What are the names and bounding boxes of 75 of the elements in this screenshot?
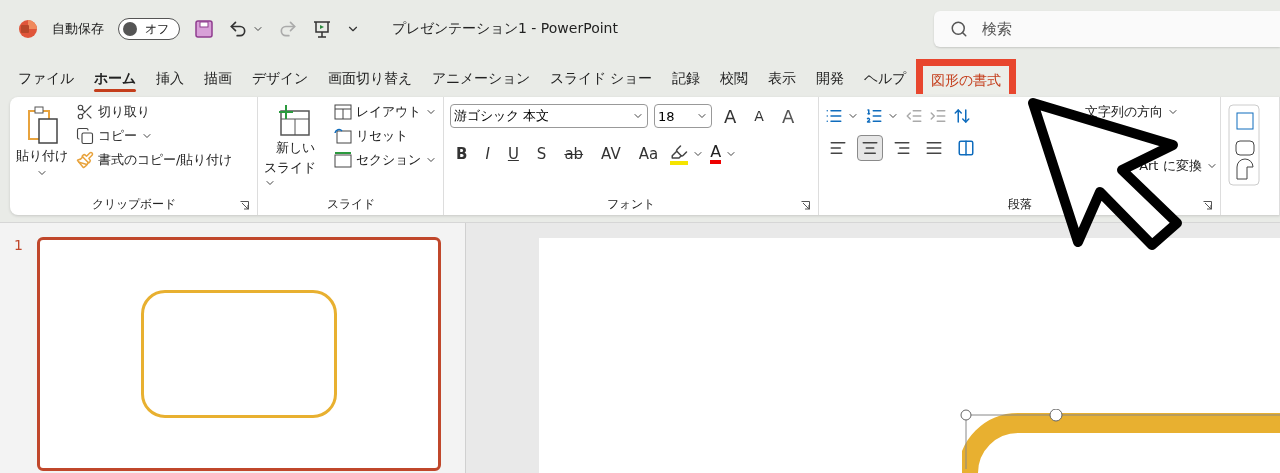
align-icon (829, 139, 848, 157)
cut-button[interactable]: 切り取り (76, 103, 233, 121)
bullets-button[interactable] (825, 107, 860, 125)
search-icon (950, 20, 968, 38)
slide-number: 1 (14, 237, 23, 255)
font-style-button[interactable]: S (530, 145, 553, 163)
section-icon (334, 152, 352, 168)
paintbrush-icon (76, 151, 94, 169)
ribbon-tab[interactable]: 校閲 (710, 70, 759, 94)
align-icon (893, 139, 912, 157)
reset-button[interactable]: リセット (334, 127, 437, 145)
ribbon-tab[interactable]: 開発 (806, 70, 855, 94)
group-title: フォント (607, 195, 656, 213)
save-icon[interactable] (194, 19, 214, 39)
align-icon (957, 139, 976, 157)
numbering-icon (865, 107, 884, 125)
ribbon-tab[interactable]: 挿入 (146, 70, 194, 94)
line-spacing-icon[interactable] (953, 107, 972, 125)
format-painter-button[interactable]: 書式のコピー/貼り付け (76, 151, 233, 169)
ribbon-tab[interactable]: ヘルプ (854, 70, 917, 94)
grow-font-button[interactable]: A (718, 105, 743, 127)
layout-button[interactable]: レイアウト (334, 103, 437, 121)
paste-button[interactable]: 貼り付け (16, 103, 68, 193)
undo-icon (228, 19, 248, 39)
clear-format-button[interactable]: A (775, 105, 801, 127)
numbering-button[interactable] (865, 107, 900, 125)
align-button[interactable] (857, 135, 884, 161)
autosave-toggle[interactable]: オフ (118, 18, 180, 40)
ribbon-tab[interactable]: ホーム (84, 70, 146, 94)
font-style-button[interactable]: ab (558, 145, 590, 163)
ribbon-tab[interactable]: 図形の書式 (916, 59, 1017, 94)
highlighter-icon (670, 143, 689, 165)
undo-button[interactable] (228, 19, 264, 39)
presentation-icon[interactable] (312, 19, 332, 39)
layout-icon (334, 104, 352, 120)
search-field[interactable]: 検索 (934, 11, 1280, 47)
clipboard-icon (25, 105, 59, 145)
ribbon-tab[interactable]: 描画 (194, 70, 242, 94)
group-title: クリップボード (91, 195, 176, 213)
shrink-font-button[interactable]: A (748, 108, 770, 124)
autosave-label: 自動保存 (52, 20, 104, 38)
app-logo-icon (18, 19, 38, 39)
ribbon-tab[interactable]: 表示 (758, 70, 807, 94)
font-style-button[interactable]: AV (595, 145, 627, 163)
new-slide-button[interactable]: 新しい スライド (264, 103, 326, 193)
ribbon-tab[interactable]: 画面切り替え (318, 70, 422, 94)
slide-thumbnail[interactable] (36, 237, 441, 471)
reset-icon (334, 128, 352, 144)
dialog-launcher-icon[interactable] (801, 201, 811, 210)
font-style-button[interactable]: U (501, 145, 525, 163)
bullets-icon (825, 107, 844, 125)
dialog-launcher-icon[interactable] (240, 201, 250, 210)
highlight-button[interactable] (670, 143, 705, 165)
font-style-button[interactable]: Aa (632, 145, 665, 163)
scissors-icon (76, 103, 94, 121)
shapes-gallery-drawing[interactable] (1227, 103, 1262, 187)
group-title: 段落 (1007, 195, 1032, 213)
align-icon (925, 139, 944, 157)
font-size-field[interactable]: 18 (654, 104, 712, 128)
ribbon-tab[interactable]: ファイル (8, 70, 84, 94)
ribbon-tab[interactable]: アニメーション (422, 70, 540, 94)
font-name-field[interactable]: 游ゴシック 本文 (450, 104, 648, 128)
align-icon (861, 139, 880, 157)
font-color-button[interactable]: A (710, 144, 738, 164)
ribbon-tab[interactable]: デザイン (242, 70, 318, 94)
copy-icon (76, 127, 94, 145)
window-title: プレゼンテーション1 - PowerPoint (392, 20, 618, 38)
font-style-button[interactable]: B (450, 145, 474, 163)
section-button[interactable]: セクション (334, 151, 437, 169)
ribbon-tab[interactable]: 記録 (662, 70, 711, 94)
ribbon-tab[interactable]: スライド ショー (540, 70, 663, 94)
copy-button[interactable]: コピー (76, 127, 233, 145)
dialog-launcher-icon[interactable] (1203, 201, 1213, 210)
group-title: スライド (326, 195, 375, 213)
font-style-button[interactable]: I (479, 145, 496, 163)
